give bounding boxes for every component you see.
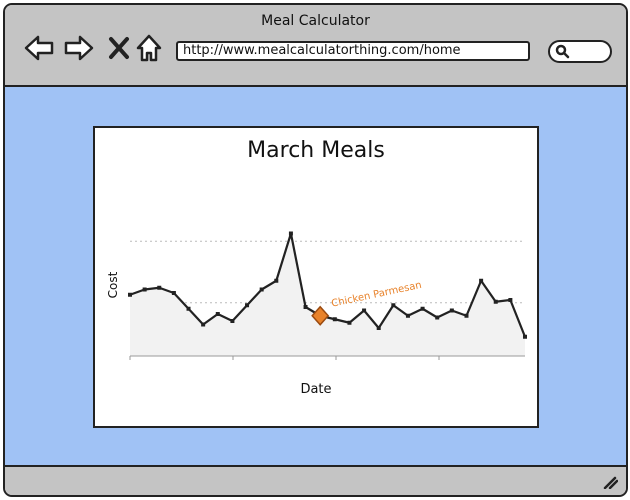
line-chart: Chicken Parmesan [128,231,527,360]
data-point [142,287,147,292]
data-point [391,303,396,308]
window-title: Meal Calculator [261,13,370,29]
data-point [508,298,513,302]
series-area [130,233,525,356]
data-point [420,306,425,311]
data-point [245,303,250,308]
data-point [274,278,279,283]
browser-window: Meal Calculator http://www.mealcalculato… [3,3,628,497]
data-point [288,231,293,236]
data-point [186,306,191,311]
data-point [128,292,132,297]
data-point [479,278,484,283]
data-point [347,320,352,325]
address-bar[interactable]: http://www.mealcalculatorthing.com/home [176,41,530,61]
resize-grip-icon[interactable] [602,475,618,489]
browser-toolbar: Meal Calculator http://www.mealcalculato… [5,5,626,87]
data-point [230,319,235,323]
highlight-label: Chicken Parmesan [331,280,423,310]
forward-arrow-icon[interactable] [63,33,95,63]
data-point [376,326,381,330]
data-point [523,334,527,339]
data-point [435,315,440,320]
data-point [493,299,498,304]
data-point [332,317,337,322]
search-input[interactable] [548,40,612,63]
data-point [449,308,454,313]
data-point [464,313,469,318]
data-point [362,308,367,313]
data-point [303,305,308,309]
chart-panel: March Meals Cost Date Chicken Parmesan [93,126,539,428]
status-bar [5,465,626,495]
data-point [405,313,410,318]
data-point [215,312,220,316]
home-icon[interactable] [135,33,163,63]
page-content: March Meals Cost Date Chicken Parmesan [5,87,626,465]
data-point [171,291,176,295]
data-point [201,322,206,327]
data-point [259,287,264,292]
close-icon[interactable] [107,33,131,63]
back-arrow-icon[interactable] [23,33,55,63]
data-point [157,285,162,290]
search-icon [555,44,570,59]
